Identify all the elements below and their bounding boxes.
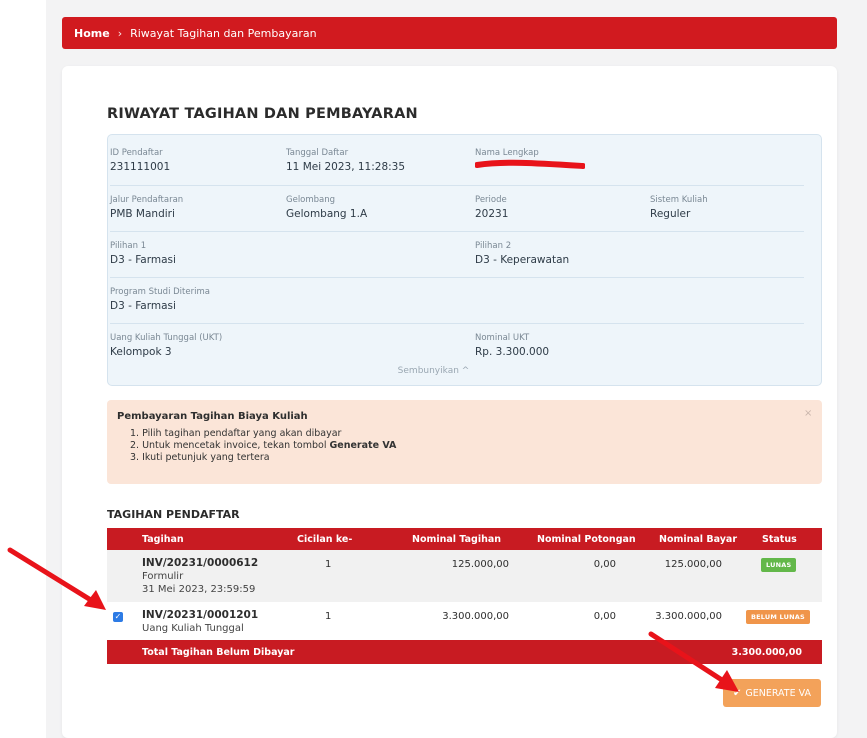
field-label: Gelombang (286, 195, 336, 205)
select-invoice-checkbox[interactable]: ✓ (113, 612, 123, 622)
field-nominal-ukt: Nominal UKT Rp. 3.300.000 (475, 333, 549, 358)
field-jalur: Jalur Pendaftaran PMB Mandiri (110, 195, 183, 220)
invoice-description: Uang Kuliah Tunggal (142, 623, 244, 634)
nominal-potongan-value: 0,00 (593, 611, 616, 622)
field-label: Periode (475, 195, 507, 205)
field-value: D3 - Keperawatan (475, 254, 570, 266)
page-title: RIWAYAT TAGIHAN DAN PEMBAYARAN (107, 106, 418, 122)
column-header: Cicilan ke- (297, 534, 353, 545)
field-prodi-diterima: Program Studi Diterima D3 - Farmasi (110, 287, 210, 312)
field-ukt: Uang Kuliah Tunggal (UKT) Kelompok 3 (110, 333, 222, 358)
status-badge: LUNAS (761, 558, 797, 572)
field-tanggal-daftar: Tanggal Daftar 11 Mei 2023, 11:28:35 (286, 148, 405, 173)
field-value: Kelompok 3 (110, 346, 172, 358)
field-label: Sistem Kuliah (650, 195, 708, 205)
nominal-tagihan-value: 125.000,00 (451, 559, 509, 570)
redaction-scribble (475, 159, 585, 169)
field-label: Pilihan 1 (110, 241, 147, 251)
generate-va-label: GENERATE VA (745, 687, 812, 699)
field-label: Pilihan 2 (475, 241, 512, 251)
nominal-bayar-value: 125.000,00 (664, 559, 722, 570)
field-label: Program Studi Diterima (110, 287, 210, 297)
divider (110, 185, 804, 186)
alert-steps: 1. Pilih tagihan pendaftar yang akan dib… (130, 428, 396, 464)
invoice-number: INV/20231/0001201 (142, 609, 259, 621)
field-label: ID Pendaftar (110, 148, 163, 158)
cicilan-value: 1 (325, 611, 332, 622)
field-value: D3 - Farmasi (110, 300, 176, 312)
field-label: Uang Kuliah Tunggal (UKT) (110, 333, 223, 343)
status-badge: BELUM LUNAS (746, 610, 810, 624)
breadcrumb-separator: › (117, 26, 123, 40)
close-icon[interactable]: × (804, 408, 812, 419)
field-value: 20231 (475, 208, 509, 220)
column-header: Tagihan (142, 534, 184, 545)
table-header: Tagihan Cicilan ke- Nominal Tagihan Nomi… (107, 528, 822, 550)
field-value: PMB Mandiri (110, 208, 175, 220)
alert-step: 3. Ikuti petunjuk yang tertera (130, 452, 270, 463)
field-value: Gelombang 1.A (286, 208, 368, 220)
alert-step-bold: Generate VA (329, 440, 397, 451)
hide-details-toggle: Sembunyikan ^ (0, 366, 867, 376)
field-pilihan-2: Pilihan 2 D3 - Keperawatan (475, 241, 569, 266)
section-title: TAGIHAN PENDAFTAR (107, 508, 240, 521)
field-value: 231111001 (110, 161, 171, 173)
invoice-description: Formulir (142, 571, 184, 582)
annotation-arrow-icon (648, 631, 739, 692)
column-header: Nominal Bayar (659, 534, 738, 545)
divider (110, 231, 804, 232)
breadcrumb-home-link[interactable]: Home (74, 27, 110, 40)
column-header: Status (762, 534, 797, 545)
alert-step: 2. Untuk mencetak invoice, tekan tombol … (130, 440, 396, 452)
column-header: Nominal Tagihan (412, 534, 502, 545)
cicilan-value: 1 (325, 559, 332, 570)
breadcrumb: Home › Riwayat Tagihan dan Pembayaran (62, 17, 837, 49)
divider (110, 323, 804, 324)
hide-details-link[interactable]: Sembunyikan ^ (398, 366, 470, 376)
invoice-number: INV/20231/0000612 (142, 557, 259, 569)
field-value: Reguler (650, 208, 691, 220)
annotation-arrow-icon (7, 547, 106, 610)
column-header: Nominal Potongan (537, 534, 636, 545)
field-value: 11 Mei 2023, 11:28:35 (286, 161, 406, 173)
alert-step: 1. Pilih tagihan pendaftar yang akan dib… (130, 428, 342, 439)
field-id-pendaftar: ID Pendaftar 231111001 (110, 148, 170, 173)
alert-title: Pembayaran Tagihan Biaya Kuliah (117, 411, 308, 422)
field-gelombang: Gelombang Gelombang 1.A (286, 195, 367, 220)
field-label: Tanggal Daftar (286, 148, 349, 158)
field-label: Nominal UKT (475, 333, 530, 343)
breadcrumb-current: Riwayat Tagihan dan Pembayaran (130, 26, 317, 40)
nominal-bayar-value: 3.300.000,00 (655, 611, 722, 622)
field-periode: Periode 20231 (475, 195, 508, 220)
nominal-potongan-value: 0,00 (593, 559, 616, 570)
alert-step-text: 2. Untuk mencetak invoice, tekan tombol (130, 440, 330, 451)
field-value: D3 - Farmasi (110, 254, 176, 266)
divider (110, 277, 804, 278)
field-sistem-kuliah: Sistem Kuliah Reguler (650, 195, 708, 220)
total-label: Total Tagihan Belum Dibayar (142, 647, 295, 658)
field-pilihan-1: Pilihan 1 D3 - Farmasi (110, 241, 176, 266)
field-value: Rp. 3.300.000 (475, 346, 550, 358)
nominal-tagihan-value: 3.300.000,00 (442, 611, 509, 622)
field-label: Jalur Pendaftaran (110, 195, 184, 205)
invoice-due-date: 31 Mei 2023, 23:59:59 (142, 584, 256, 595)
